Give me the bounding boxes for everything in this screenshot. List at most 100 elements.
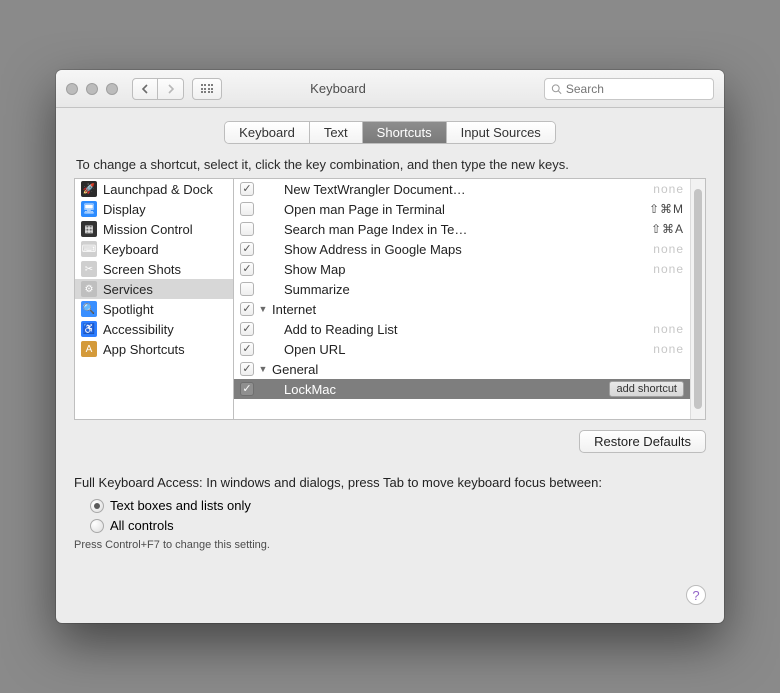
service-label: Search man Page Index in Te… (284, 222, 647, 237)
tab-keyboard[interactable]: Keyboard (225, 122, 310, 143)
service-label: Show Address in Google Maps (284, 242, 649, 257)
sidebar-item-label: Accessibility (103, 322, 174, 337)
sidebar-item-label: Services (103, 282, 153, 297)
service-item[interactable]: Open URL none (234, 339, 690, 359)
service-label: Internet (272, 302, 684, 317)
checkbox[interactable] (240, 222, 254, 236)
service-label: Open URL (284, 342, 649, 357)
service-label: Add to Reading List (284, 322, 649, 337)
shortcut-value: none (653, 342, 684, 356)
service-item[interactable]: Add to Reading List none (234, 319, 690, 339)
tab-bar: KeyboardTextShortcutsInput Sources (74, 122, 706, 143)
sidebar-item-app-shortcuts[interactable]: A App Shortcuts (75, 339, 233, 359)
service-group[interactable]: ▼ Internet (234, 299, 690, 319)
checkbox[interactable] (240, 362, 254, 376)
shortcut-value: none (653, 242, 684, 256)
control-f7-note: Press Control+F7 to change this setting. (74, 539, 706, 551)
service-label: Show Map (284, 262, 649, 277)
service-item[interactable]: Open man Page in Terminal ⇧⌘M (234, 199, 690, 219)
disclosure-triangle-icon[interactable]: ▼ (258, 304, 268, 314)
scrollbar[interactable] (690, 179, 705, 419)
tab-shortcuts[interactable]: Shortcuts (363, 122, 447, 143)
preferences-window: Keyboard KeyboardTextShortcutsInput Sour… (56, 70, 724, 623)
service-label: New TextWrangler Document… (284, 182, 649, 197)
minimize-icon[interactable] (86, 83, 98, 95)
service-label: LockMac (284, 382, 605, 397)
service-label: Summarize (284, 282, 684, 297)
service-item[interactable]: Show Address in Google Maps none (234, 239, 690, 259)
help-button[interactable]: ? (686, 585, 706, 605)
checkbox[interactable] (240, 382, 254, 396)
shortcut-value: none (653, 182, 684, 196)
shortcut-value: none (653, 262, 684, 276)
sidebar-item-label: Keyboard (103, 242, 159, 257)
checkbox[interactable] (240, 302, 254, 316)
sidebar-item-services[interactable]: ⚙ Services (75, 279, 233, 299)
radio-label: Text boxes and lists only (110, 498, 251, 513)
instruction-text: To change a shortcut, select it, click t… (76, 157, 706, 172)
services-icon: ⚙ (81, 281, 97, 297)
close-icon[interactable] (66, 83, 78, 95)
sidebar-item-screen-shots[interactable]: ✂ Screen Shots (75, 259, 233, 279)
shortcut-value: ⇧⌘A (651, 222, 684, 236)
checkbox[interactable] (240, 202, 254, 216)
checkbox[interactable] (240, 322, 254, 336)
sidebar-item-launchpad-dock[interactable]: 🚀 Launchpad & Dock (75, 179, 233, 199)
shortcut-detail-pane: New TextWrangler Document… none Open man P… (234, 178, 706, 420)
keyboard-icon: ⌨ (81, 241, 97, 257)
service-label: Open man Page in Terminal (284, 202, 645, 217)
service-item[interactable]: Show Map none (234, 259, 690, 279)
tab-text[interactable]: Text (310, 122, 363, 143)
sidebar-item-label: Spotlight (103, 302, 154, 317)
radio-label: All controls (110, 518, 174, 533)
tab-input-sources[interactable]: Input Sources (447, 122, 555, 143)
sidebar-item-keyboard[interactable]: ⌨ Keyboard (75, 239, 233, 259)
titlebar: Keyboard (56, 70, 724, 108)
shortcut-value: none (653, 322, 684, 336)
checkbox[interactable] (240, 242, 254, 256)
sidebar-item-label: Screen Shots (103, 262, 181, 277)
sidebar-item-label: App Shortcuts (103, 342, 185, 357)
radio-icon (90, 499, 104, 513)
service-item[interactable]: Summarize (234, 279, 690, 299)
category-sidebar[interactable]: 🚀 Launchpad & Dock 🖥 Display ▦ Mission Contro… (74, 178, 234, 420)
mission-control-icon: ▦ (81, 221, 97, 237)
sidebar-item-label: Display (103, 202, 146, 217)
spotlight-icon: 🔍 (81, 301, 97, 317)
checkbox[interactable] (240, 182, 254, 196)
radio-text-boxes-only[interactable]: Text boxes and lists only (90, 498, 706, 513)
add-shortcut-button[interactable]: add shortcut (609, 381, 684, 397)
service-label: General (272, 362, 684, 377)
launchpad-dock-icon: 🚀 (81, 181, 97, 197)
radio-all-controls[interactable]: All controls (90, 518, 706, 533)
display-icon: 🖥 (81, 201, 97, 217)
checkbox[interactable] (240, 262, 254, 276)
zoom-icon[interactable] (106, 83, 118, 95)
sidebar-item-spotlight[interactable]: 🔍 Spotlight (75, 299, 233, 319)
service-group[interactable]: ▼ General (234, 359, 690, 379)
disclosure-triangle-icon[interactable]: ▼ (258, 364, 268, 374)
checkbox[interactable] (240, 282, 254, 296)
service-item[interactable]: LockMac add shortcut (234, 379, 690, 399)
restore-defaults-button[interactable]: Restore Defaults (579, 430, 706, 453)
search-input[interactable] (566, 82, 707, 96)
service-item[interactable]: Search man Page Index in Te… ⇧⌘A (234, 219, 690, 239)
sidebar-item-label: Mission Control (103, 222, 193, 237)
full-keyboard-access-label: Full Keyboard Access: In windows and dia… (74, 475, 706, 490)
app-shortcuts-icon: A (81, 341, 97, 357)
service-item[interactable]: New TextWrangler Document… none (234, 179, 690, 199)
search-field[interactable] (544, 78, 714, 100)
window-title: Keyboard (140, 81, 536, 96)
accessibility-icon: ♿ (81, 321, 97, 337)
shortcut-value: ⇧⌘M (649, 202, 684, 216)
radio-icon (90, 519, 104, 533)
sidebar-item-display[interactable]: 🖥 Display (75, 199, 233, 219)
sidebar-item-mission-control[interactable]: ▦ Mission Control (75, 219, 233, 239)
checkbox[interactable] (240, 342, 254, 356)
search-icon (551, 83, 562, 95)
screen-shots-icon: ✂ (81, 261, 97, 277)
window-controls (66, 83, 118, 95)
sidebar-item-label: Launchpad & Dock (103, 182, 213, 197)
scrollbar-thumb[interactable] (694, 189, 702, 409)
sidebar-item-accessibility[interactable]: ♿ Accessibility (75, 319, 233, 339)
